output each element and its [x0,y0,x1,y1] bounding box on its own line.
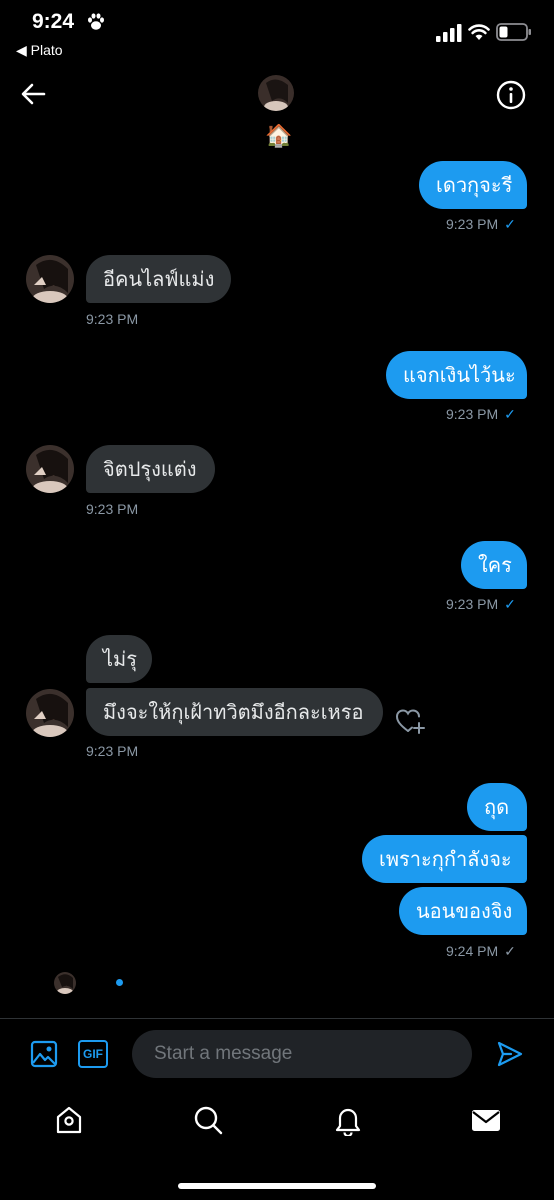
cellular-signal-icon [436,24,462,42]
message-bubble[interactable]: ไม่รุ [86,635,152,683]
avatar[interactable] [26,445,74,493]
home-icon[interactable] [53,1104,85,1136]
back-to-app-link[interactable]: ◀ Plato [16,42,63,59]
message-bubble[interactable]: อีคนไลฟ์แม่ง [86,255,231,303]
compose-divider [0,1018,554,1019]
message-timestamp: 9:23 PM ✓ [446,406,516,422]
typing-indicator-dot [116,979,123,986]
like-heart-add-icon[interactable] [395,707,427,735]
messages-icon[interactable] [470,1104,502,1136]
avatar[interactable] [26,255,74,303]
conversation-name[interactable]: 🏠 [265,124,292,149]
paw-icon [88,13,104,30]
message-bubble[interactable]: มึงจะให้กุเฝ้าทวิตมึงอีกละเหรอ [86,688,383,736]
info-icon[interactable] [496,80,526,110]
message-timestamp: 9:23 PM [86,501,139,517]
message-bubble[interactable]: เพราะกุกำลังจะ [362,835,527,883]
message-bubble[interactable]: ใคร [461,541,527,589]
message-bubble[interactable]: จิตปรุงแต่ง [86,445,215,493]
avatar[interactable] [26,689,74,737]
send-icon[interactable] [496,1040,524,1068]
message-timestamp: 9:23 PM [86,311,139,327]
message-timestamp: 9:23 PM ✓ [446,596,516,612]
status-time: 9:24 [32,10,75,33]
image-icon[interactable] [30,1040,58,1068]
gif-label: GIF [83,1047,103,1061]
search-icon[interactable] [192,1104,224,1136]
check-icon: ✓ [504,406,516,422]
message-bubble[interactable]: แจกเงินไว้นะ [386,351,527,399]
check-icon: ✓ [504,596,516,612]
message-timestamp: 9:24 PM ✓ [446,943,516,959]
message-bubble[interactable]: นอนของจิง [399,887,527,935]
typing-avatar [54,972,76,994]
gif-icon[interactable]: GIF [78,1040,108,1068]
message-input[interactable] [132,1030,472,1078]
conversation-avatar[interactable] [258,75,294,111]
message-bubble[interactable]: ถุด [467,783,527,831]
home-indicator[interactable] [178,1183,376,1189]
arrow-left-icon[interactable] [20,82,46,106]
battery-icon [496,23,531,41]
message-timestamp: 9:23 PM ✓ [446,216,516,232]
message-bubble[interactable]: เดวกุจะรี [419,161,527,209]
wifi-icon [468,24,490,40]
check-icon: ✓ [504,216,516,232]
notifications-icon[interactable] [332,1104,364,1136]
check-icon: ✓ [504,943,516,959]
message-timestamp: 9:23 PM [86,743,139,759]
